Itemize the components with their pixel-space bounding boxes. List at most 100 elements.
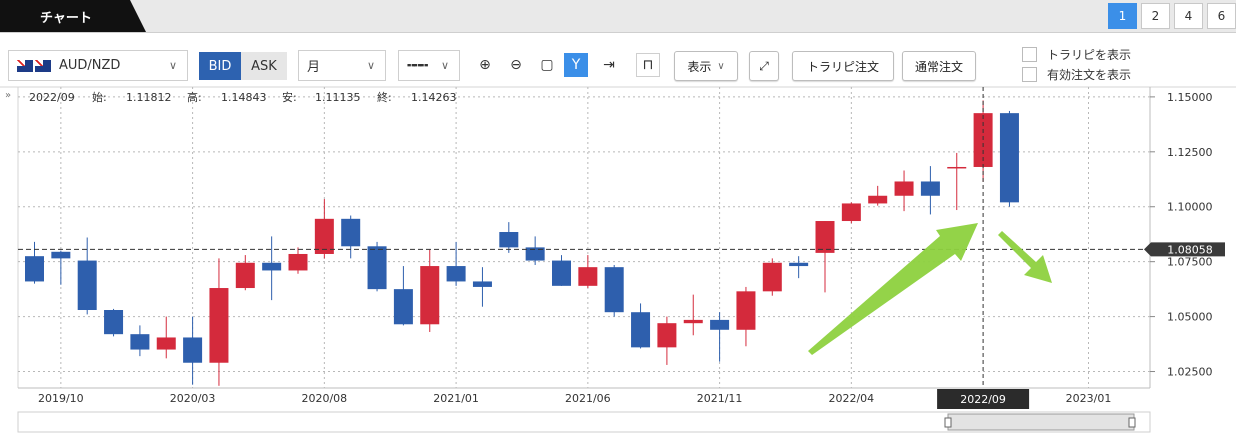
x-tick-label: 2021/11 — [697, 392, 743, 405]
currency-pair-select[interactable]: AUD/NZD ∨ — [8, 50, 188, 81]
x-tick-label: 2023/01 — [1066, 392, 1112, 405]
candle-body — [762, 262, 782, 292]
chart-area[interactable]: » 2022/09 始: 1.11812 高: 1.14843 安: 1.111… — [0, 86, 1236, 443]
crosshair-x-label: 2022/09 — [960, 393, 1006, 406]
candle-body — [393, 289, 413, 325]
y-tick-label: 1.10000 — [1167, 201, 1213, 214]
ohlc-date: 2022/09 — [29, 91, 75, 104]
candle-body — [235, 262, 255, 289]
candle-body — [815, 221, 835, 253]
candle-body — [631, 312, 651, 348]
candle[interactable] — [762, 258, 782, 296]
ohlc-close-label: 終: — [377, 90, 392, 104]
show-valid-orders-checkbox[interactable]: 有効注文を表示 — [1022, 66, 1131, 83]
period-select[interactable]: 月 ∨ — [298, 50, 386, 81]
candle-body — [499, 232, 519, 248]
y-tick-label: 1.02500 — [1167, 366, 1213, 379]
page-button-4[interactable]: 4 — [1174, 3, 1203, 29]
candle[interactable] — [104, 308, 124, 337]
candle[interactable] — [999, 110, 1019, 207]
x-tick-label: 2022/04 — [828, 392, 874, 405]
x-tick-label: 2021/06 — [565, 392, 611, 405]
candle-body — [920, 181, 940, 196]
candle-body — [341, 218, 361, 247]
candle-body — [710, 319, 730, 330]
page-selector: 1 2 4 6 — [1108, 3, 1236, 29]
candle-body — [868, 195, 888, 204]
candle-body — [578, 267, 598, 286]
checkbox-box[interactable] — [1022, 47, 1037, 62]
candle-body — [552, 260, 571, 286]
display-menu-label: 表示 — [687, 59, 712, 74]
normal-order-button[interactable]: 通常注文 — [902, 51, 976, 81]
candle-body — [209, 288, 229, 363]
x-tick-label: 2019/10 — [38, 392, 84, 405]
candle-body — [683, 319, 703, 324]
fit-screen-icon[interactable]: ▢ — [535, 53, 559, 77]
candle-body — [130, 334, 150, 350]
candle-body — [77, 260, 97, 311]
candle-body — [262, 262, 282, 271]
y-tick-label: 1.07500 — [1167, 256, 1213, 269]
candle-body — [446, 266, 466, 282]
chart-title-tab: チャート — [0, 0, 146, 32]
top-bar: チャート 1 2 4 6 — [0, 0, 1236, 33]
ohlc-high: 1.14843 — [221, 91, 267, 104]
candlestick-icon: ╍╍╍ — [407, 57, 428, 74]
chevron-down-icon: ∨ — [440, 59, 449, 72]
candlestick-chart[interactable]: » 2022/09 始: 1.11812 高: 1.14843 安: 1.111… — [0, 86, 1236, 443]
y-tick-label: 1.15000 — [1167, 91, 1213, 104]
candle[interactable] — [841, 202, 861, 224]
candle-body — [314, 218, 334, 254]
trapi-order-button[interactable]: トラリピ注文 — [792, 51, 894, 81]
double-chevron-down-icon: ∨ — [717, 60, 725, 72]
range-navigator-window[interactable] — [947, 413, 1135, 431]
show-valid-orders-label: 有効注文を表示 — [1047, 68, 1132, 82]
zoom-in-icon[interactable]: ⊕ — [473, 53, 497, 77]
zoom-out-icon[interactable]: ⊖ — [504, 53, 528, 77]
candle-body — [604, 267, 624, 313]
ohlc-high-label: 高: — [187, 90, 202, 104]
add-indicator-icon[interactable]: ⊓ — [636, 53, 660, 77]
y-tick-label: 1.12500 — [1167, 146, 1213, 159]
expand-icon[interactable]: ⤢ — [749, 51, 779, 81]
candle-body — [841, 203, 861, 222]
page-title: チャート — [40, 11, 92, 26]
candle-body — [51, 251, 71, 259]
ohlc-open: 1.11812 — [126, 91, 172, 104]
currency-pair-label: AUD/NZD — [59, 58, 121, 73]
scroll-to-latest-icon[interactable]: ⇥ — [597, 53, 621, 77]
x-tick-label: 2020/08 — [301, 392, 347, 405]
page-button-2[interactable]: 2 — [1141, 3, 1170, 29]
candle-body — [472, 281, 492, 287]
page-button-1[interactable]: 1 — [1108, 3, 1137, 29]
candle-body — [25, 256, 44, 282]
show-trapi-label: トラリピを表示 — [1047, 48, 1132, 62]
candle-body — [894, 181, 914, 196]
candle-body — [789, 262, 809, 267]
range-left-handle[interactable] — [944, 417, 952, 428]
candle-body — [183, 337, 203, 363]
range-right-handle[interactable] — [1128, 417, 1136, 428]
candle-body — [657, 323, 677, 348]
candle-body — [999, 113, 1019, 203]
chart-type-select[interactable]: ╍╍╍ ∨ — [398, 50, 460, 81]
candle-body — [104, 310, 124, 335]
display-menu-button[interactable]: 表示 ∨ — [674, 51, 738, 81]
chart-toolbar: AUD/NZD ∨ BID ASK 月 ∨ ╍╍╍ ∨ ⊕ ⊖ ▢ Y ⇥ ⊓ … — [0, 44, 1236, 86]
chevron-down-icon: ∨ — [168, 59, 177, 72]
collapse-panel-icon[interactable]: » — [5, 90, 11, 101]
aud-flag-icon — [17, 59, 33, 72]
candle-body — [420, 266, 440, 325]
checkbox-box[interactable] — [1022, 67, 1037, 82]
candle[interactable] — [604, 264, 624, 317]
y-axis-lock-icon[interactable]: Y — [564, 53, 588, 77]
bid-button[interactable]: BID — [199, 52, 241, 80]
page-button-6[interactable]: 6 — [1207, 3, 1236, 29]
ask-button[interactable]: ASK — [241, 52, 287, 80]
show-trapi-checkbox[interactable]: トラリピを表示 — [1022, 46, 1131, 63]
candle-body — [367, 246, 387, 290]
candle-body — [947, 166, 967, 169]
chevron-down-icon: ∨ — [366, 59, 375, 72]
x-tick-label: 2021/01 — [433, 392, 479, 405]
